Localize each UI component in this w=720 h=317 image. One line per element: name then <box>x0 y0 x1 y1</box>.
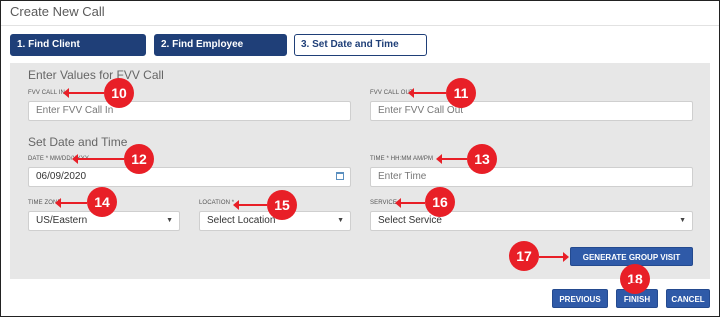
location-label: LOCATION * <box>199 200 235 206</box>
time-label: TIME * HH:MM AM/PM <box>370 156 434 162</box>
callout-arrow <box>436 154 467 164</box>
callout-arrow <box>55 198 87 208</box>
fvv-call-in-label: FVV CALL IN <box>28 90 65 96</box>
callout-arrow <box>72 154 124 164</box>
location-value: Select Location <box>207 215 276 226</box>
callout-arrow <box>539 252 569 262</box>
fvv-call-out-input[interactable]: Enter FVV Call Out <box>370 101 693 121</box>
fvv-call-in-input[interactable]: Enter FVV Call In <box>28 101 351 121</box>
dialog-title: Create New Call <box>10 4 105 19</box>
cancel-button[interactable]: CANCEL <box>666 289 710 308</box>
callout-13: 13 <box>467 144 497 174</box>
callout-14: 14 <box>87 187 117 217</box>
date-field[interactable]: 06/09/2020 <box>28 167 351 187</box>
callout-12: 12 <box>124 144 154 174</box>
callout-arrow <box>408 88 446 98</box>
date-value: 06/09/2020 <box>36 171 87 182</box>
generate-group-visit-code-button[interactable]: GENERATE GROUP VISIT CODE <box>570 247 693 281</box>
callout-18: 18 <box>620 264 650 294</box>
callout-11: 11 <box>446 78 476 108</box>
service-select[interactable]: Select Service ▼ <box>370 211 693 231</box>
calendar-icon[interactable] <box>336 172 344 180</box>
previous-button[interactable]: PREVIOUS <box>552 289 608 308</box>
chevron-down-icon: ▼ <box>679 217 686 224</box>
callout-arrow <box>233 200 267 210</box>
callout-arrow <box>63 88 104 98</box>
callout-15: 15 <box>267 190 297 220</box>
time-input[interactable]: Enter Time <box>370 167 693 187</box>
time-zone-value: US/Eastern <box>36 215 88 226</box>
callout-arrow <box>630 283 640 289</box>
title-divider <box>1 25 719 26</box>
fvv-heading: Enter Values for FVV Call <box>28 68 164 82</box>
callout-10: 10 <box>104 78 134 108</box>
callout-16: 16 <box>425 187 455 217</box>
chevron-down-icon: ▼ <box>337 217 344 224</box>
service-value: Select Service <box>378 215 442 226</box>
step-set-date-time[interactable]: 3. Set Date and Time <box>294 34 427 56</box>
step-find-employee[interactable]: 2. Find Employee <box>154 34 287 56</box>
date-time-heading: Set Date and Time <box>28 135 128 149</box>
step-find-client[interactable]: 1. Find Client <box>10 34 146 56</box>
chevron-down-icon: ▼ <box>166 217 173 224</box>
callout-arrow <box>395 198 425 208</box>
service-label: SERVICE <box>370 200 397 206</box>
callout-17: 17 <box>509 241 539 271</box>
